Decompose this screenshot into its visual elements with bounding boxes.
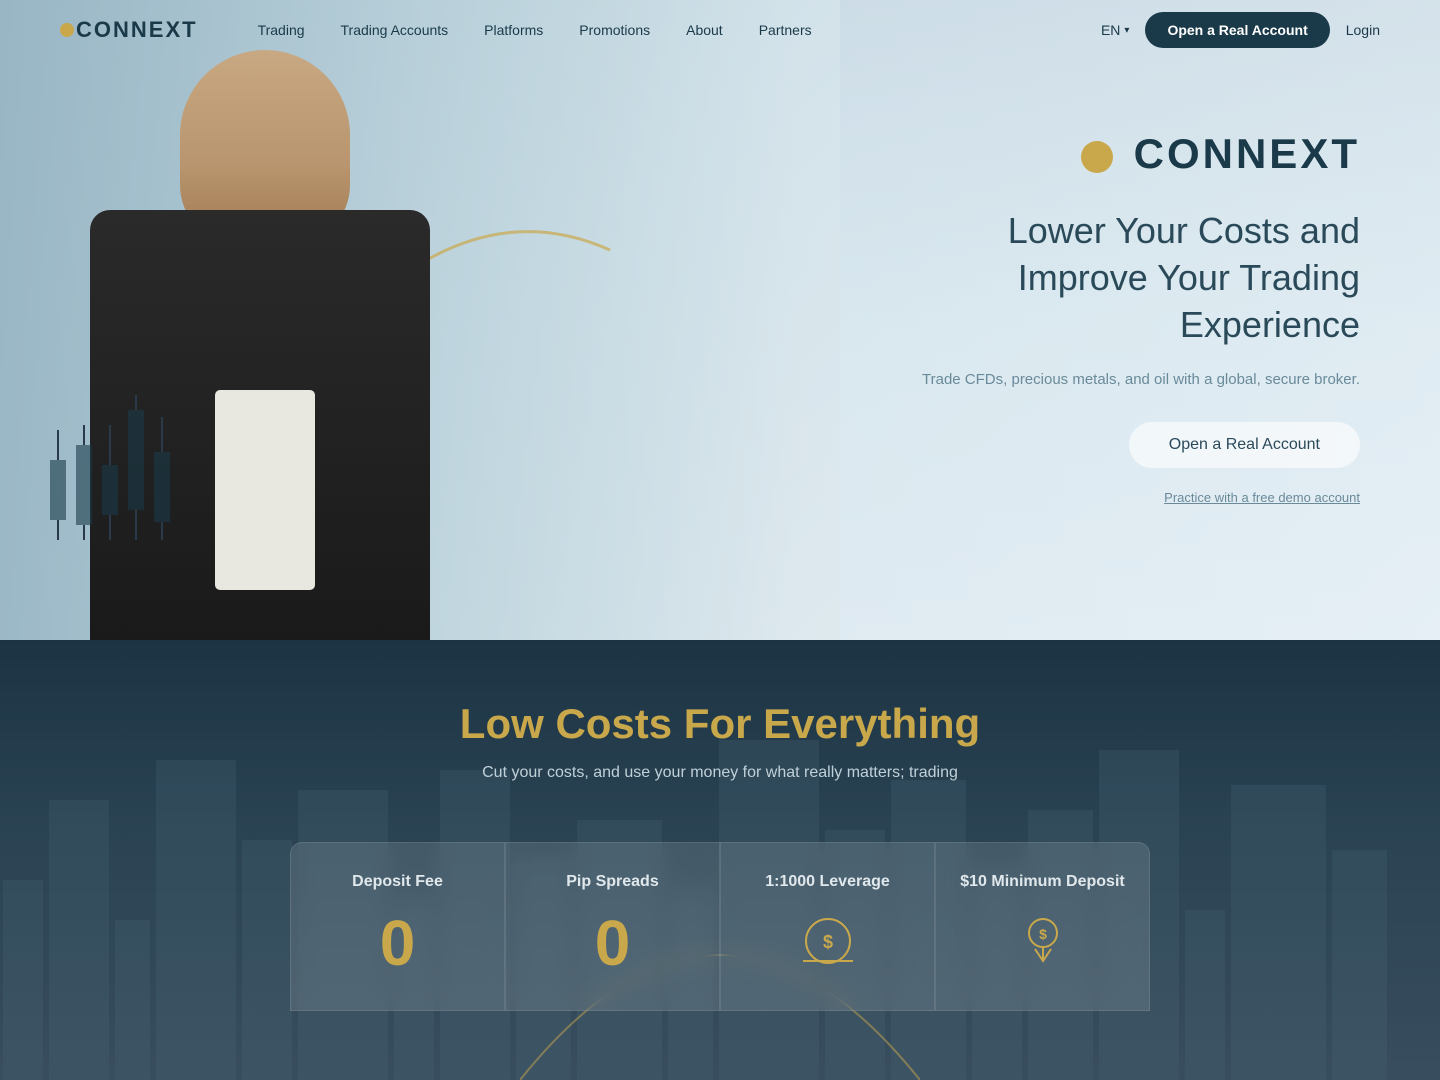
costs-subtitle: Cut your costs, and use your money for w… (482, 764, 958, 782)
stat-leverage-label: 1:1000 Leverage (741, 873, 914, 891)
costs-section: Low Costs For Everything Cut your costs,… (0, 640, 1440, 1080)
language-selector[interactable]: EN ▾ (1101, 22, 1129, 38)
candle-2 (76, 425, 92, 540)
nav-trading-accounts[interactable]: Trading Accounts (341, 22, 449, 38)
hero-logo-text: CONNEXT (1134, 130, 1360, 177)
stat-leverage: 1:1000 Leverage $ (720, 842, 935, 1011)
stats-row: Deposit Fee 0 Pip Spreads 0 1:1000 Lever… (290, 842, 1150, 1011)
hero-content: CONNEXT Lower Your Costs and Improve You… (880, 130, 1360, 505)
logo-dot-icon (1081, 141, 1113, 173)
hero-logo: CONNEXT (880, 130, 1360, 178)
chevron-down-icon: ▾ (1124, 25, 1129, 36)
nav-right: EN ▾ Open a Real Account Login (1101, 12, 1380, 48)
candle-4 (128, 395, 144, 540)
candle-5 (154, 417, 170, 540)
candle-1 (50, 430, 66, 540)
nav-login-button[interactable]: Login (1346, 22, 1380, 38)
svg-text:$: $ (1039, 926, 1047, 942)
nav-logo[interactable]: CONNEXT (60, 17, 198, 43)
hero-headline: Lower Your Costs and Improve Your Tradin… (880, 208, 1360, 348)
stat-min-deposit-label: $10 Minimum Deposit (956, 873, 1129, 891)
hero-demo-link[interactable]: Practice with a free demo account (880, 490, 1360, 505)
hero-section: CONNEXT Lower Your Costs and Improve You… (0, 0, 1440, 640)
nav-about[interactable]: About (686, 22, 723, 38)
person-shirt (215, 390, 315, 590)
candlestick-chart (50, 395, 170, 540)
stat-pip-spreads-value: 0 (526, 911, 699, 975)
nav-promotions[interactable]: Promotions (579, 22, 650, 38)
hero-open-account-button[interactable]: Open a Real Account (1129, 422, 1360, 468)
stat-deposit-fee-label: Deposit Fee (311, 873, 484, 891)
hero-subtext: Trade CFDs, precious metals, and oil wit… (880, 368, 1360, 392)
stat-deposit-fee: Deposit Fee 0 (290, 842, 505, 1011)
leverage-icon: $ (741, 911, 914, 980)
stat-min-deposit: $10 Minimum Deposit $ (935, 842, 1150, 1011)
nav-open-account-button[interactable]: Open a Real Account (1145, 12, 1329, 48)
svg-text:$: $ (822, 932, 832, 952)
nav-partners[interactable]: Partners (759, 22, 812, 38)
stat-pip-spreads-label: Pip Spreads (526, 873, 699, 891)
stat-pip-spreads: Pip Spreads 0 (505, 842, 720, 1011)
costs-title: Low Costs For Everything (460, 700, 980, 748)
hero-cta-group: Open a Real Account Practice with a free… (880, 422, 1360, 505)
min-deposit-icon: $ (956, 911, 1129, 980)
nav-links: Trading Trading Accounts Platforms Promo… (258, 22, 1101, 38)
navbar: CONNEXT Trading Trading Accounts Platfor… (0, 0, 1440, 60)
nav-trading[interactable]: Trading (258, 22, 305, 38)
candle-3 (102, 425, 118, 540)
stat-deposit-fee-value: 0 (311, 911, 484, 975)
hero-person-image (60, 50, 640, 640)
nav-platforms[interactable]: Platforms (484, 22, 543, 38)
